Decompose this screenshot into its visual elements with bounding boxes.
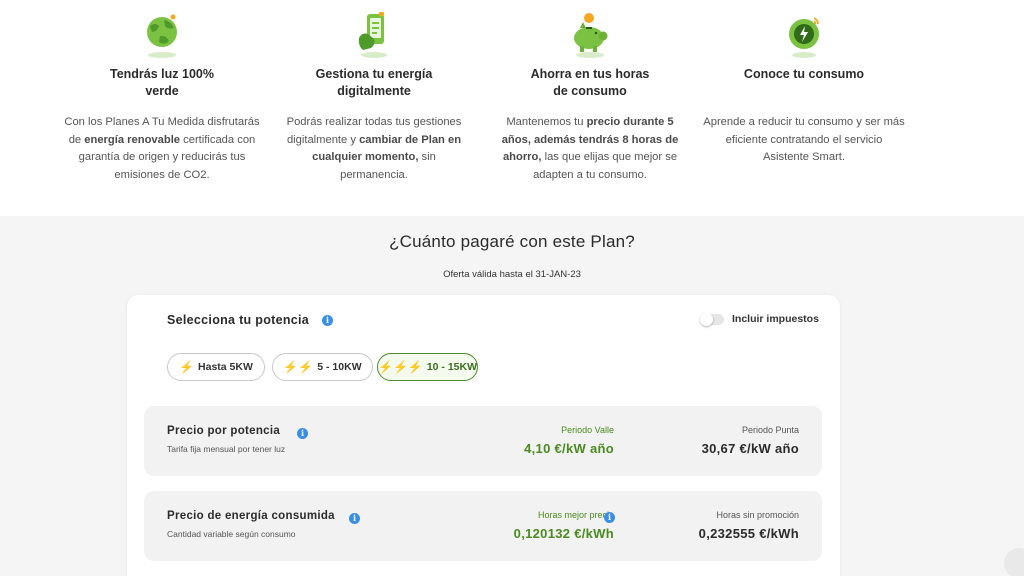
description-bold-text: precio durante 5 [586, 116, 674, 128]
power-option-up-to-5kw[interactable]: ⚡ Hasta 5KW [167, 353, 265, 381]
description-text: garantía de origen y reducirás tus [78, 151, 246, 163]
description-text: eficiente contratando el servicio [725, 133, 883, 146]
power-option-label: Hasta 5KW [198, 361, 253, 373]
description-bold-text: cambiar de Plan en [359, 133, 462, 146]
description-line: Mantenemos tu precio durante 5 [475, 114, 705, 132]
description-text: sin [418, 151, 436, 163]
info-icon[interactable]: i [297, 428, 308, 439]
pricing-card: Selecciona tu potencia i Incluir impuest… [127, 295, 840, 576]
row-subtitle: Cantidad variable según consumo [167, 529, 296, 539]
feature-description: Con los Planes A Tu Medida disfrutarás de… [47, 114, 277, 184]
feature-title: Ahorra en tus horas de consumo [530, 67, 650, 98]
select-power-label: Selecciona tu potencia [167, 313, 310, 327]
column-label: Periodo Valle [561, 425, 614, 435]
toggle-knob [700, 313, 713, 326]
row-title: Precio de energía consumida [167, 510, 335, 522]
valle-column: Periodo Valle 4,10 €/kW año [524, 425, 614, 456]
scroll-button[interactable] [1004, 548, 1024, 576]
description-text: Asistente Smart. [762, 151, 846, 163]
phone-hand-icon [350, 8, 398, 60]
description-bold-text: ahorro, [502, 151, 542, 163]
column-value: 0,232555 €/kWh [698, 526, 799, 541]
description-line: adapten a tu consumo. [475, 167, 705, 185]
description-line: permanencia. [259, 167, 489, 185]
column-value: 4,10 €/kW año [524, 441, 614, 456]
feature-description: Aprende a reducir tu consumo y ser más ef… [689, 114, 919, 167]
column-value: 30,67 €/kW año [701, 441, 799, 456]
description-line: Podrás realizar todas tus gestiones [259, 114, 489, 132]
lightning-icon: ⚡⚡⚡ [378, 360, 423, 374]
feature-title: Conoce tu consumo [743, 67, 865, 81]
pricing-section: ¿Cuánto pagaré con este Plan? Oferta vál… [0, 216, 1024, 576]
column-label: Horas mejor precio [537, 510, 614, 520]
pricing-heading: ¿Cuánto pagaré con este Plan? [389, 232, 635, 251]
description-text: permanencia. [340, 168, 408, 181]
description-text: de [68, 133, 85, 146]
description-line: años, además tendrás 8 horas de [475, 132, 705, 150]
description-text: adapten a tu consumo. [533, 168, 647, 181]
description-bold-text: años, además tendrás 8 horas de [501, 133, 679, 146]
smart-meter-icon [780, 8, 828, 60]
description-line: digitalmente y cambiar de Plan en [259, 132, 489, 150]
power-option-label: 10 - 15KW [426, 361, 478, 373]
description-bold-text: cualquier momento, [312, 151, 419, 163]
description-line: Asistente Smart. [689, 149, 919, 167]
features-section: Tendrás luz 100% verde Con los Planes A … [0, 0, 1024, 216]
lightning-icon: ⚡⚡ [283, 360, 314, 374]
info-icon[interactable]: i [604, 512, 615, 523]
description-line: ahorro, las que elijas que mejor se [475, 149, 705, 167]
row-title: Precio por potencia [167, 425, 281, 437]
description-text: Con los Planes A Tu Medida disfrutarás [64, 116, 260, 128]
energy-price-row: Precio de energía consumida i Cantidad v… [144, 491, 822, 561]
include-taxes-label: Incluir impuestos [732, 313, 819, 325]
column-label: Horas sin promoción [716, 510, 799, 520]
power-option-10-15kw[interactable]: ⚡⚡⚡ 10 - 15KW [377, 353, 478, 381]
punta-column: Periodo Punta 30,67 €/kW año [702, 425, 799, 456]
info-icon[interactable]: i [322, 315, 333, 326]
description-text: certificada con [180, 133, 256, 146]
offer-validity: Oferta válida hasta el 31-JAN-23 [443, 269, 581, 280]
description-line: eficiente contratando el servicio [689, 132, 919, 150]
description-line: de energía renovable certificada con [47, 132, 277, 150]
lightning-icon: ⚡ [179, 360, 195, 374]
description-text: Mantenemos tu [506, 116, 587, 128]
best-price-hours-column: Horas mejor precio 0,120132 €/kWh [514, 510, 614, 541]
column-label: Periodo Punta [741, 425, 799, 435]
description-line: Aprende a reducir tu consumo y ser más [689, 114, 919, 132]
description-line: Con los Planes A Tu Medida disfrutarás [47, 114, 277, 132]
description-line: cualquier momento, sin [259, 149, 489, 167]
feature-description: Mantenemos tu precio durante 5 años, adem… [475, 114, 705, 184]
feature-title: Tendrás luz 100% verde [110, 67, 214, 98]
info-icon[interactable]: i [349, 513, 360, 524]
power-option-label: 5 - 10KW [317, 361, 362, 373]
power-option-5-10kw[interactable]: ⚡⚡ 5 - 10KW [272, 353, 373, 381]
feature-description: Podrás realizar todas tus gestiones digit… [259, 114, 489, 184]
description-text: digitalmente y [286, 133, 360, 146]
no-promo-hours-column: Horas sin promoción 0,232555 €/kWh [699, 510, 799, 541]
feature-title: Gestiona tu energía digitalmente [315, 67, 433, 98]
piggy-bank-icon [566, 8, 614, 60]
power-price-row: Precio por potencia i Tarifa fija mensua… [144, 406, 822, 476]
row-subtitle: Tarifa fija mensual por tener luz [167, 444, 286, 454]
description-line: emisiones de CO2. [47, 167, 277, 185]
include-taxes-toggle[interactable] [700, 313, 724, 326]
globe-icon [138, 8, 186, 60]
description-bold-text: energía renovable [84, 133, 181, 146]
column-value: 0,120132 €/kWh [513, 526, 614, 541]
description-line: garantía de origen y reducirás tus [47, 149, 277, 167]
description-text: Aprende a reducir tu consumo y ser más [703, 116, 905, 128]
description-text: Podrás realizar todas tus gestiones [286, 116, 462, 128]
description-text: las que elijas que mejor se [541, 151, 678, 163]
description-text: emisiones de CO2. [114, 168, 210, 181]
